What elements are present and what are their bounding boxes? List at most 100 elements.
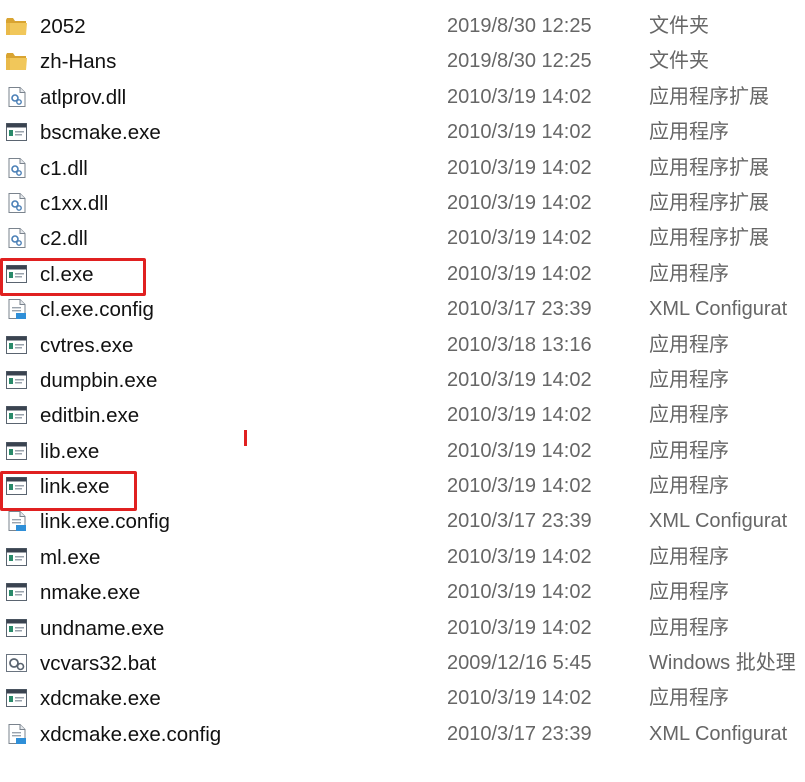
exe-icon [5, 404, 29, 426]
file-date: 2010/3/19 14:02 [447, 404, 592, 427]
file-name: dumpbin.exe [40, 368, 158, 392]
file-date: 2010/3/18 13:16 [447, 333, 592, 356]
file-row-cl-exe-config[interactable]: cl.exe.config 2010/3/17 23:39 XML Configur… [0, 292, 805, 327]
file-type: 应用程序 [649, 581, 729, 604]
file-date: 2010/3/19 14:02 [447, 616, 592, 639]
dll-icon [5, 86, 29, 108]
file-type: 应用程序 [649, 404, 729, 427]
file-row-link-exe-config[interactable]: link.exe.config 2010/3/17 23:39 XML Config… [0, 504, 805, 539]
file-row-zh-hans[interactable]: zh-Hans 2019/8/30 12:25 文件夹 [0, 44, 805, 79]
file-date: 2010/3/17 23:39 [447, 722, 592, 745]
dll-icon [5, 227, 29, 249]
file-type: 应用程序 [649, 333, 729, 356]
file-name: cvtres.exe [40, 333, 134, 357]
file-date: 2010/3/17 23:39 [447, 298, 592, 321]
file-name: nmake.exe [40, 581, 141, 605]
file-type: 应用程序扩展 [649, 191, 769, 214]
exe-icon [5, 440, 29, 462]
exe-icon [5, 546, 29, 568]
file-name: xdcmake.exe.config [40, 722, 222, 746]
file-date: 2010/3/19 14:02 [447, 368, 592, 391]
folder-icon [5, 50, 29, 72]
file-type: 应用程序 [649, 687, 729, 710]
file-row-nmake-exe[interactable]: nmake.exe 2010/3/19 14:02 应用程序 [0, 575, 805, 610]
file-date: 2010/3/19 14:02 [447, 687, 592, 710]
file-date: 2010/3/19 14:02 [447, 121, 592, 144]
file-date: 2019/8/30 12:25 [447, 15, 592, 37]
dll-icon [5, 157, 29, 179]
file-row-c1xx-dll[interactable]: c1xx.dll 2010/3/19 14:02 应用程序扩展 [0, 186, 805, 221]
file-type: 应用程序扩展 [649, 227, 769, 250]
file-date: 2010/3/19 14:02 [447, 439, 592, 462]
file-type: XML Configurat [649, 722, 788, 745]
file-row-c2-dll[interactable]: c2.dll 2010/3/19 14:02 应用程序扩展 [0, 221, 805, 256]
file-type: 应用程序扩展 [649, 85, 769, 108]
file-row-link-exe[interactable]: link.exe 2010/3/19 14:02 应用程序 [0, 469, 805, 504]
file-row-ml-exe[interactable]: ml.exe 2010/3/19 14:02 应用程序 [0, 540, 805, 575]
exe-icon [5, 617, 29, 639]
exe-icon [5, 121, 29, 143]
file-date: 2010/3/19 14:02 [447, 581, 592, 604]
dll-icon [5, 192, 29, 214]
exe-icon [5, 334, 29, 356]
file-name: link.exe.config [40, 510, 170, 534]
file-type: 应用程序 [649, 368, 729, 391]
file-type: 应用程序 [649, 121, 729, 144]
file-row-dumpbin-exe[interactable]: dumpbin.exe 2010/3/19 14:02 应用程序 [0, 363, 805, 398]
file-name: cl.exe [40, 262, 94, 286]
file-date: 2010/3/19 14:02 [447, 475, 592, 498]
file-row-vcvars32-bat[interactable]: vcvars32.bat 2009/12/16 5:45 Windows 批处理 [0, 646, 805, 681]
file-name: vcvars32.bat [40, 652, 157, 676]
file-type: 应用程序 [649, 475, 729, 498]
exe-icon [5, 263, 29, 285]
bat-icon [5, 652, 29, 674]
file-type: 应用程序扩展 [649, 156, 769, 179]
file-type: 文件夹 [649, 50, 709, 73]
file-row-xdcmake-exe-config[interactable]: xdcmake.exe.config 2010/3/17 23:39 XML Con… [0, 717, 805, 752]
file-date: 2010/3/19 14:02 [447, 191, 592, 214]
file-name: link.exe [40, 475, 110, 499]
file-type: 应用程序 [649, 616, 729, 639]
file-date: 2019/8/30 12:25 [447, 50, 592, 73]
file-row-c1-dll[interactable]: c1.dll 2010/3/19 14:02 应用程序扩展 [0, 151, 805, 186]
file-row-cl-exe[interactable]: cl.exe 2010/3/19 14:02 应用程序 [0, 257, 805, 292]
file-name: zh-Hans [40, 50, 117, 74]
file-type: 文件夹 [649, 15, 709, 37]
file-name: c1.dll [40, 156, 88, 180]
file-row-cvtres-exe[interactable]: cvtres.exe 2010/3/18 13:16 应用程序 [0, 328, 805, 363]
config-icon [5, 723, 29, 745]
file-date: 2010/3/17 23:39 [447, 510, 592, 533]
text-cursor [244, 430, 247, 446]
exe-icon [5, 475, 29, 497]
file-date: 2010/3/19 14:02 [447, 545, 592, 568]
file-row-undname-exe[interactable]: undname.exe 2010/3/19 14:02 应用程序 [0, 611, 805, 646]
file-name: c2.dll [40, 227, 88, 251]
file-row-atlprov-dll[interactable]: atlprov.dll 2010/3/19 14:02 应用程序扩展 [0, 80, 805, 115]
file-type: XML Configurat [649, 510, 788, 533]
file-type: 应用程序 [649, 545, 729, 568]
file-name: editbin.exe [40, 404, 140, 428]
file-row-bscmake-exe[interactable]: bscmake.exe 2010/3/19 14:02 应用程序 [0, 115, 805, 150]
file-date: 2010/3/19 14:02 [447, 227, 592, 250]
file-name: atlprov.dll [40, 85, 127, 109]
file-row-editbin-exe[interactable]: editbin.exe 2010/3/19 14:02 应用程序 [0, 398, 805, 433]
file-name: xdcmake.exe [40, 687, 161, 711]
exe-icon [5, 581, 29, 603]
file-row-2052[interactable]: 2052 2019/8/30 12:25 文件夹 [0, 9, 805, 44]
file-name: cl.exe.config [40, 298, 154, 322]
config-icon [5, 510, 29, 532]
file-type: 应用程序 [649, 262, 729, 285]
file-date: 2010/3/19 14:02 [447, 85, 592, 108]
file-name: lib.exe [40, 439, 100, 463]
file-name: ml.exe [40, 545, 101, 569]
exe-icon [5, 687, 29, 709]
config-icon [5, 298, 29, 320]
file-type: 应用程序 [649, 439, 729, 462]
file-row-xdcmake-exe[interactable]: xdcmake.exe 2010/3/19 14:02 应用程序 [0, 681, 805, 716]
file-date: 2010/3/19 14:02 [447, 262, 592, 285]
file-row-lib-exe[interactable]: lib.exe 2010/3/19 14:02 应用程序 [0, 434, 805, 469]
file-name: bscmake.exe [40, 121, 161, 145]
exe-icon [5, 369, 29, 391]
file-type: Windows 批处理 [649, 652, 796, 675]
file-date: 2010/3/19 14:02 [447, 156, 592, 179]
